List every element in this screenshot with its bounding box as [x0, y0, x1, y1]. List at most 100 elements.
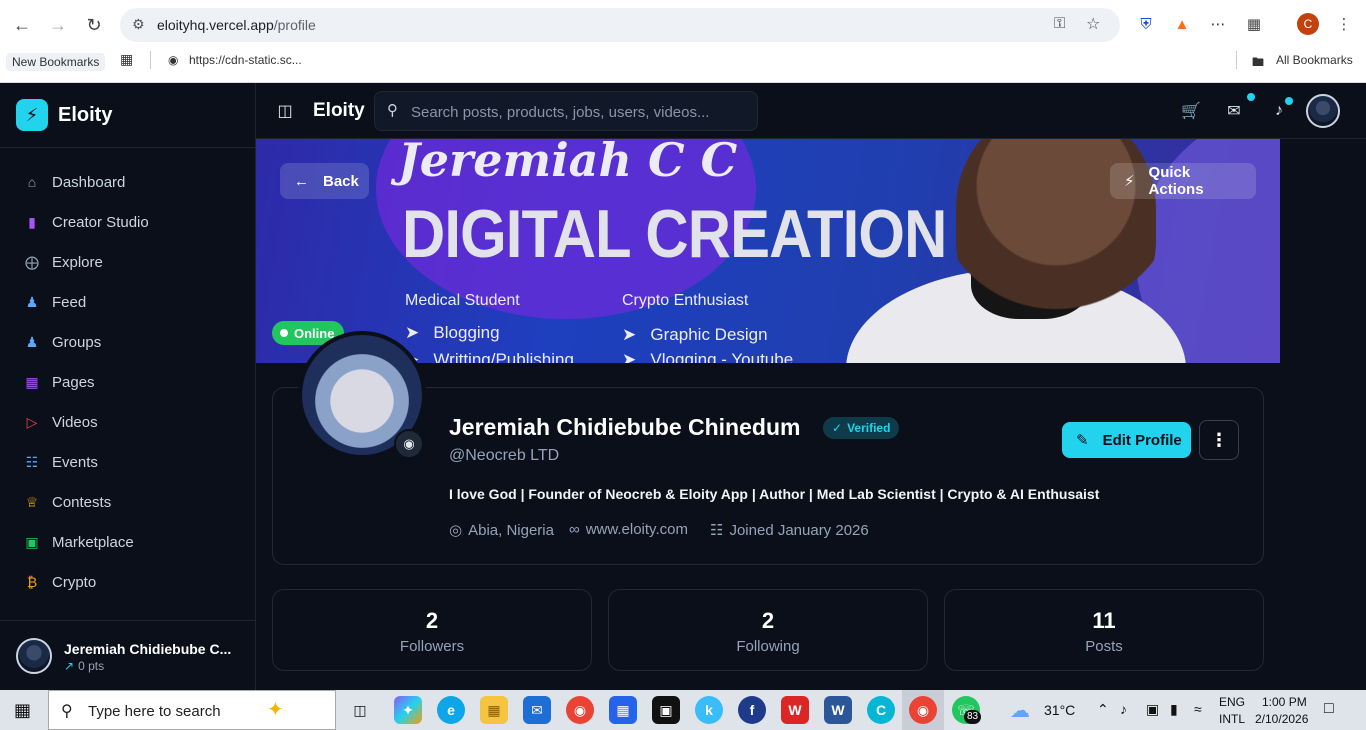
volume-icon[interactable]: ♪: [1120, 701, 1127, 717]
sidebar-item-label: Groups: [52, 333, 102, 351]
video-icon: ▷: [26, 413, 38, 430]
profile-website[interactable]: ∞ www.eloity.com: [569, 521, 688, 538]
sidebar-item-label: Creator Studio: [52, 213, 149, 231]
profile-joined: ☷ Joined January 2026: [710, 521, 869, 540]
windows-start-icon[interactable]: ▦: [14, 700, 31, 721]
grid-icon: ▦: [25, 373, 39, 390]
battery-icon[interactable]: ▮: [1170, 701, 1178, 718]
file-explorer-icon[interactable]: ▦: [480, 696, 508, 724]
banner-left-item: ➤ Writting/Publishing: [405, 350, 574, 363]
camera-icon[interactable]: ◉: [394, 429, 424, 459]
url-text: eloityhq.vercel.app/profile: [157, 17, 316, 33]
wps-icon[interactable]: W: [781, 696, 809, 724]
wifi-icon[interactable]: ≈: [1194, 701, 1202, 717]
sparkle-icon: ✦: [267, 699, 284, 721]
back-button[interactable]: ← Back: [280, 163, 369, 199]
whatsapp-badge: 83: [964, 710, 982, 724]
metamask-fox-icon[interactable]: ▲: [1171, 13, 1193, 35]
bookmark-folder-new[interactable]: New Bookmarks: [6, 53, 106, 71]
header-avatar[interactable]: [1306, 94, 1340, 128]
task-view-icon[interactable]: ◫: [346, 696, 374, 724]
cart-icon[interactable]: 🛒: [1180, 100, 1202, 122]
chrome-active-icon[interactable]: ◉: [909, 696, 937, 724]
profile-handle: @Neocreb LTD: [449, 447, 560, 464]
weather-cloud-icon[interactable]: ☁: [1010, 698, 1030, 723]
forward-arrow-icon[interactable]: →: [44, 11, 72, 39]
map-pin-icon: ◎: [449, 522, 463, 539]
trending-up-icon: ↗: [64, 659, 75, 673]
site-info-icon[interactable]: ⚙: [132, 16, 145, 33]
sidebar-item-groups[interactable]: ♟ Groups: [16, 324, 240, 360]
tray-chevron-up-icon[interactable]: ⌃: [1097, 701, 1109, 718]
sidebar-item-events[interactable]: ☷ Events: [16, 444, 240, 480]
copilot-icon[interactable]: ✦: [394, 696, 422, 724]
sidebar-item-explore[interactable]: ⨁ Explore: [16, 244, 240, 280]
word-icon[interactable]: W: [824, 696, 852, 724]
sidebar-item-creator-studio[interactable]: ▮ Creator Studio: [16, 204, 240, 240]
mail-icon[interactable]: ✉: [523, 696, 551, 724]
weather-temp[interactable]: 31°C: [1044, 702, 1075, 718]
all-bookmarks[interactable]: All Bookmarks: [1276, 53, 1353, 67]
k-app-icon[interactable]: k: [695, 696, 723, 724]
extension-dots-icon[interactable]: ⋯: [1207, 13, 1229, 35]
facebook-icon[interactable]: f: [738, 696, 766, 724]
check-circle-icon: ✓: [832, 421, 843, 435]
sidebar-item-pages[interactable]: ▦ Pages: [16, 364, 240, 400]
more-options-button[interactable]: ⋮: [1199, 420, 1239, 460]
stat-followers[interactable]: 2 Followers: [272, 589, 592, 671]
stat-label: Followers: [399, 638, 465, 655]
shield-extension-icon[interactable]: ⛨: [1135, 13, 1157, 35]
edit-profile-button[interactable]: ✎ Edit Profile: [1062, 422, 1191, 458]
meet-icon[interactable]: ▣: [1146, 701, 1159, 718]
brand[interactable]: ⚡ Eloity: [16, 99, 112, 131]
chrome-icon[interactable]: ◉: [566, 696, 594, 724]
search-input[interactable]: ⚲ Search posts, products, jobs, users, v…: [374, 91, 758, 131]
edit-profile-label: Edit Profile: [1102, 431, 1182, 449]
arrow-left-icon: ←: [294, 172, 309, 190]
sidebar-item-feed[interactable]: ♟ Feed: [16, 284, 240, 320]
language-1[interactable]: ENG: [1219, 695, 1245, 709]
browser-chrome: ← → ↻ ⚙ eloityhq.vercel.app/profile ⚿ ☆ …: [0, 0, 1366, 83]
banner-script-name: Jeremiah C C: [398, 139, 738, 187]
chat-icon[interactable]: ✉: [1223, 100, 1245, 122]
search-icon: ⚲: [387, 102, 398, 119]
online-label: Online: [294, 325, 335, 341]
sidebar-item-crypto[interactable]: ₿ Crypto: [16, 564, 240, 600]
users-icon: ♟: [25, 293, 39, 310]
quick-actions-button[interactable]: ⚡ Quick Actions: [1110, 163, 1256, 199]
edge-icon[interactable]: e: [437, 696, 465, 724]
header-title: Eloity: [313, 100, 365, 121]
sidebar-item-marketplace[interactable]: ▣ Marketplace: [16, 524, 240, 560]
back-arrow-icon[interactable]: ←: [8, 11, 36, 39]
joined-text: Joined January 2026: [729, 521, 869, 539]
bookmark-cdn[interactable]: https://cdn-static.sc...: [189, 53, 302, 67]
clock-time[interactable]: 1:00 PM: [1262, 695, 1307, 709]
bookmark-star-icon[interactable]: ☆: [1086, 14, 1100, 34]
clock-date[interactable]: 2/10/2026: [1255, 712, 1308, 726]
app-cube-icon[interactable]: ▣: [652, 696, 680, 724]
taskbar-search-input[interactable]: ⚲ Type here to search ✦: [48, 690, 336, 730]
address-bar[interactable]: ⚙ eloityhq.vercel.app/profile ⚿ ☆: [120, 8, 1120, 42]
canva-icon[interactable]: C: [867, 696, 895, 724]
sidebar-item-contests[interactable]: ♕ Contests: [16, 484, 240, 520]
password-key-icon[interactable]: ⚿: [1054, 15, 1065, 32]
brand-name: Eloity: [58, 103, 113, 126]
stat-following[interactable]: 2 Following: [608, 589, 928, 671]
banner-right-item: ➤ Vlogging - Youtube: [622, 350, 794, 363]
apps-grid-icon[interactable]: ▦: [120, 51, 133, 68]
store-icon[interactable]: ▦: [609, 696, 637, 724]
location-text: Abia, Nigeria: [468, 521, 554, 539]
sidebar-toggle-icon[interactable]: ◫: [274, 100, 296, 122]
extensions-puzzle-icon[interactable]: ▦: [1243, 13, 1265, 35]
sidebar-user[interactable]: Jeremiah Chidiebube C... ↗ 0 pts: [0, 620, 256, 690]
sidebar-item-videos[interactable]: ▷ Videos: [16, 404, 240, 440]
browser-menu-icon[interactable]: ⋮: [1333, 13, 1355, 35]
website-text[interactable]: www.eloity.com: [586, 521, 688, 538]
language-2[interactable]: INTL: [1219, 712, 1245, 726]
sidebar-item-dashboard[interactable]: ⌂ Dashboard: [16, 164, 240, 200]
back-label: Back: [323, 172, 359, 190]
notification-center-icon[interactable]: □: [1324, 700, 1334, 718]
browser-profile-avatar[interactable]: C: [1297, 13, 1319, 35]
reload-icon[interactable]: ↻: [80, 11, 108, 39]
stat-posts[interactable]: 11 Posts: [944, 589, 1264, 671]
